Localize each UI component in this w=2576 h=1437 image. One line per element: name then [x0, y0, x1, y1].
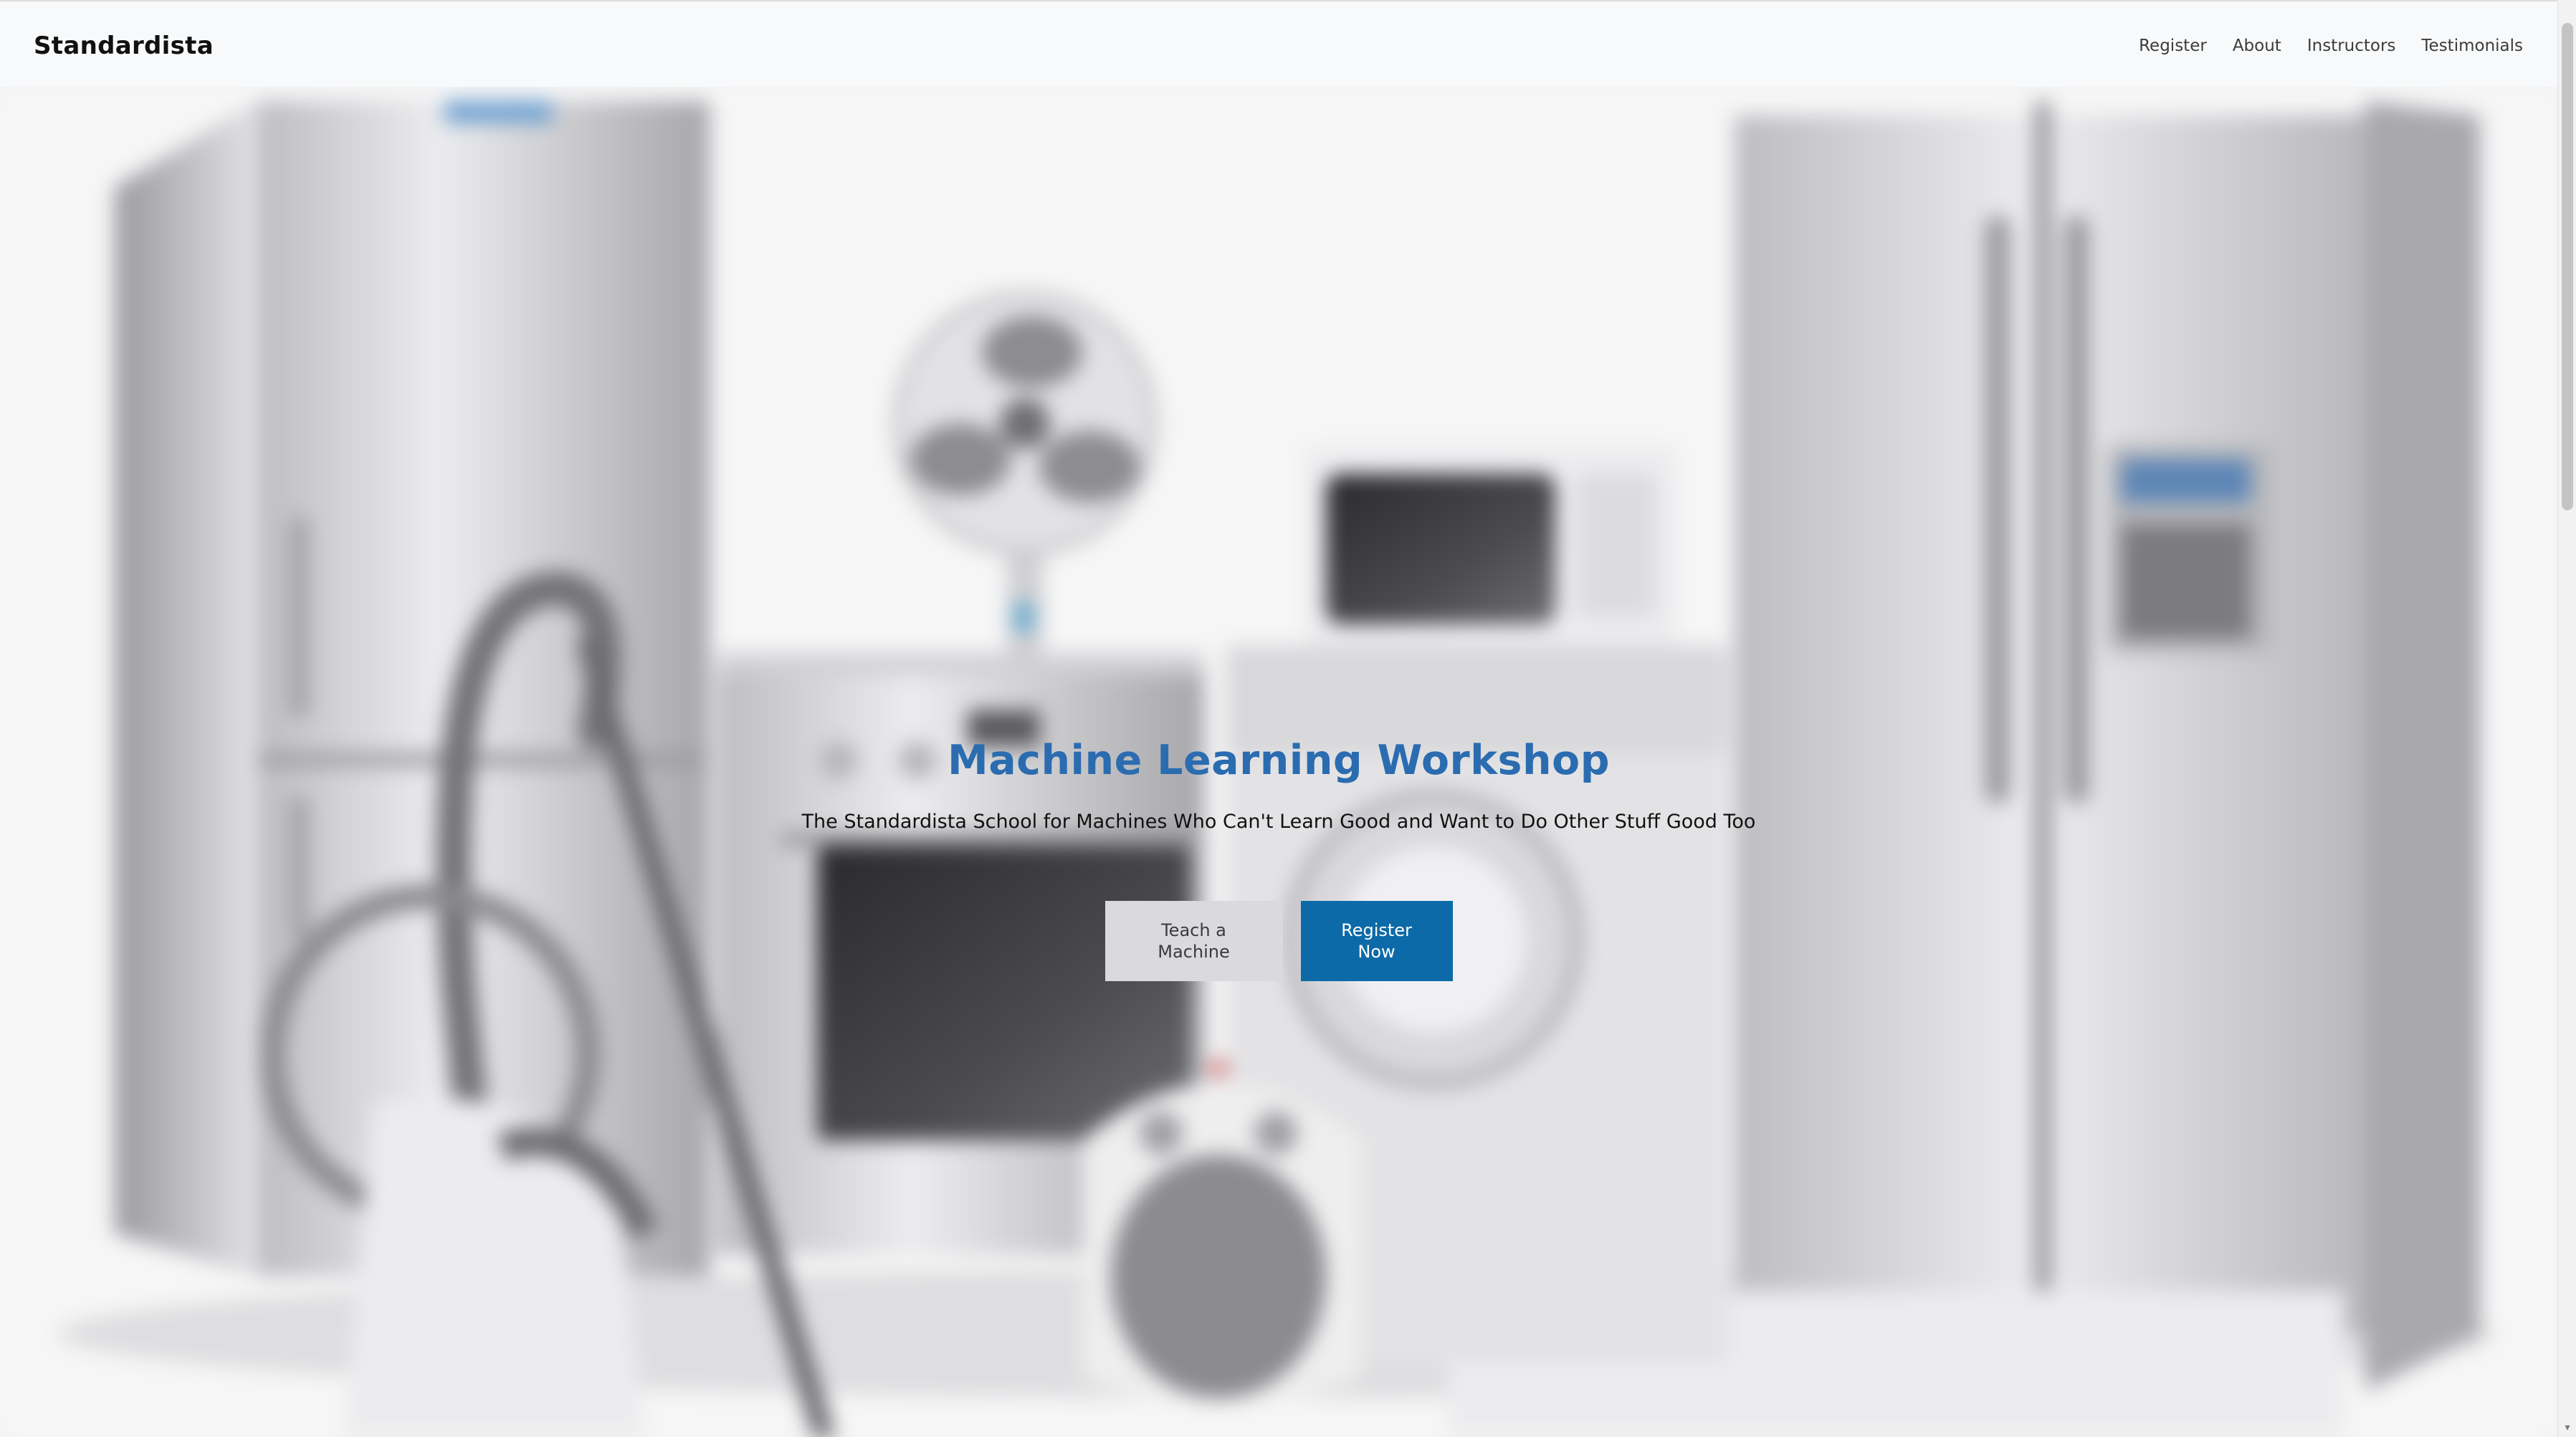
- hero-title: Machine Learning Workshop: [947, 737, 1611, 784]
- hero-section: Machine Learning Workshop The Standardis…: [0, 87, 2557, 1437]
- nav-link-register[interactable]: Register: [2139, 30, 2207, 62]
- scrollbar-thumb[interactable]: [2562, 23, 2573, 510]
- nav-link-testimonials[interactable]: Testimonials: [2421, 30, 2523, 62]
- teach-a-machine-button[interactable]: Teach a Machine: [1105, 901, 1283, 981]
- hero-content: Machine Learning Workshop The Standardis…: [0, 732, 2557, 981]
- chevron-down-icon[interactable]: ▾: [2562, 1423, 2572, 1433]
- vertical-scrollbar[interactable]: ▾: [2557, 0, 2576, 1437]
- nav-link-instructors[interactable]: Instructors: [2307, 30, 2396, 62]
- register-now-button[interactable]: Register Now: [1300, 901, 1453, 981]
- hero-buttons: Teach a Machine Register Now: [0, 901, 2557, 981]
- nav-links: Register About Instructors Testimonials: [2139, 30, 2523, 62]
- hero-subtitle: The Standardista School for Machines Who…: [801, 811, 1756, 833]
- brand-logo[interactable]: Standardista: [34, 29, 214, 63]
- nav-link-about[interactable]: About: [2233, 30, 2281, 62]
- navbar: Standardista Register About Instructors …: [0, 0, 2557, 87]
